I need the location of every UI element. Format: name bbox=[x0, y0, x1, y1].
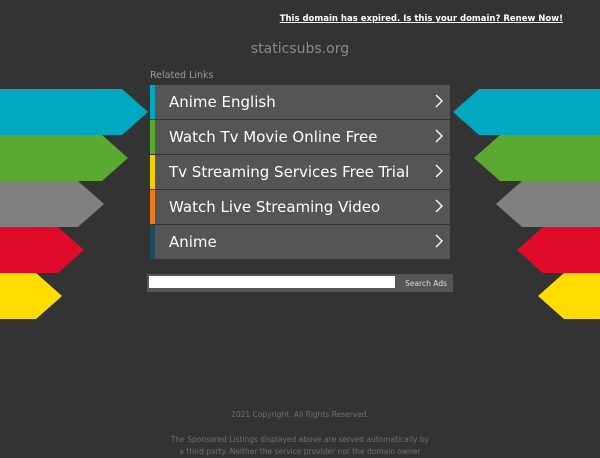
domain-expired-link[interactable]: This domain has expired. Is this your do… bbox=[280, 14, 563, 24]
related-link-anime-english[interactable]: Anime English bbox=[150, 85, 450, 119]
decor-arrow-left-2 bbox=[0, 135, 128, 181]
decor-arrow-right-4 bbox=[517, 227, 600, 273]
link-label: Anime bbox=[169, 233, 217, 251]
related-link-tv-streaming-services-free-trial[interactable]: Tv Streaming Services Free Trial bbox=[150, 155, 450, 189]
search-input[interactable] bbox=[149, 276, 395, 288]
link-label: Watch Live Streaming Video bbox=[169, 198, 381, 216]
link-label: Watch Tv Movie Online Free bbox=[169, 128, 378, 146]
decor-arrow-left-4 bbox=[0, 227, 84, 273]
related-link-anime[interactable]: Anime bbox=[150, 225, 450, 259]
decor-arrow-right-2 bbox=[474, 135, 600, 181]
link-label: Anime English bbox=[169, 93, 276, 111]
decor-arrow-right-1 bbox=[453, 89, 600, 135]
sponsored-disclaimer: The Sponsored Listings displayed above a… bbox=[170, 435, 430, 456]
related-link-watch-tv-movie-online-free[interactable]: Watch Tv Movie Online Free bbox=[150, 120, 450, 154]
link-label: Tv Streaming Services Free Trial bbox=[169, 163, 410, 181]
related-links-heading: Related Links bbox=[150, 70, 214, 81]
related-links-list: Anime English Watch Tv Movie Online Free… bbox=[150, 85, 450, 260]
search-ads-button[interactable]: Search Ads bbox=[399, 274, 453, 292]
copyright-text: 2021 Copyright. All Rights Reserved. bbox=[231, 410, 369, 419]
decor-arrow-left-3 bbox=[0, 181, 104, 227]
related-link-watch-live-streaming-video[interactable]: Watch Live Streaming Video bbox=[150, 190, 450, 224]
domain-name: staticsubs.org bbox=[250, 41, 350, 57]
chevron-right-icon bbox=[435, 129, 443, 143]
decor-arrow-right-5 bbox=[538, 273, 600, 319]
chevron-right-icon bbox=[435, 164, 443, 178]
search-bar: Search Ads bbox=[147, 274, 453, 292]
decor-arrow-left-5 bbox=[0, 273, 62, 319]
chevron-right-icon bbox=[435, 199, 443, 213]
chevron-right-icon bbox=[435, 94, 443, 108]
decor-arrow-right-3 bbox=[496, 181, 600, 227]
chevron-right-icon bbox=[435, 234, 443, 248]
decor-arrow-left-1 bbox=[0, 89, 148, 135]
